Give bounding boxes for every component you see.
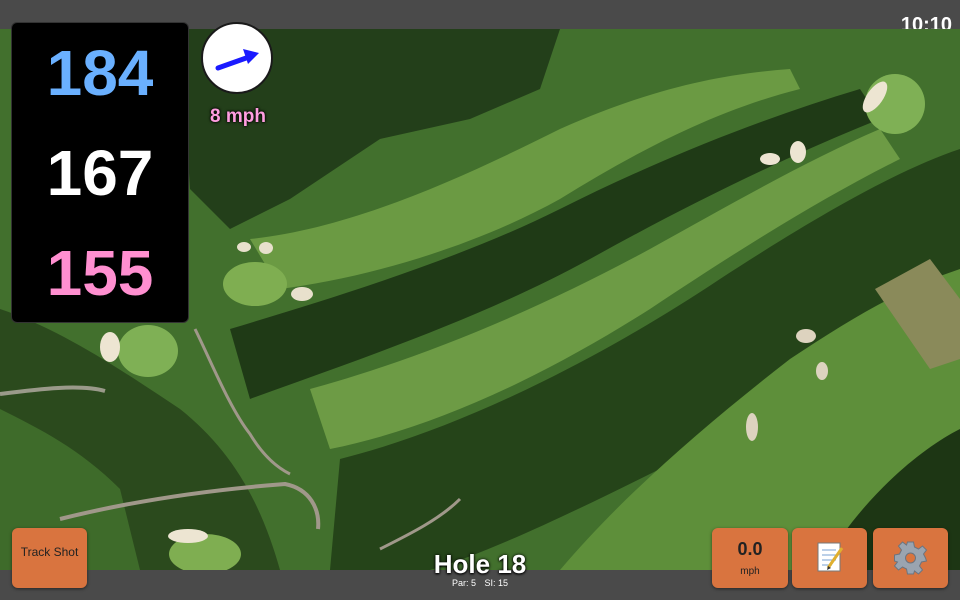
notepad-icon xyxy=(817,542,844,572)
wind-arrow-icon xyxy=(215,49,259,71)
wind-value: 0.0 xyxy=(737,539,763,559)
track-shot-button[interactable]: Track Shot xyxy=(12,528,87,588)
gear-icon xyxy=(893,541,928,575)
hole-stroke-index: SI: 15 xyxy=(484,578,509,588)
wind-speed-button[interactable]: 0.0 mph xyxy=(712,528,788,588)
front-distance: 155 xyxy=(46,237,154,309)
wind-direction-indicator xyxy=(201,22,273,94)
wind-speed-label: 8 mph xyxy=(210,106,266,127)
notes-button[interactable] xyxy=(792,528,867,588)
hole-info: Par: 5 SI: 15 xyxy=(380,578,580,588)
middle-distance: 167 xyxy=(46,137,154,209)
settings-button[interactable] xyxy=(873,528,948,588)
hole-title: Hole 18 xyxy=(433,549,527,579)
back-distance: 184 xyxy=(46,37,154,109)
hole-par: Par: 5 xyxy=(451,578,476,588)
distance-panel: 184 167 155 xyxy=(11,22,189,323)
wind-unit: mph xyxy=(740,566,760,577)
